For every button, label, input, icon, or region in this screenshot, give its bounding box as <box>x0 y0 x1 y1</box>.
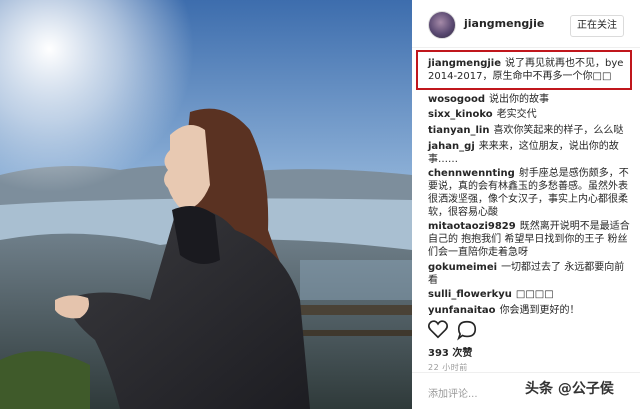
comment-item: chennwennting 射手座总是感伤颇多，不要说，真的会有林鑫玉的多愁善感。… <box>428 167 630 219</box>
comment-item: sulli_flowerkyu □□□□ <box>428 288 630 301</box>
comment-text: 老实交代 <box>496 109 537 120</box>
comment-item: wosogood 说出你的故事 <box>428 93 630 106</box>
comment-text: □□□□ <box>515 289 554 300</box>
comment-text: 你会遇到更好的！ <box>499 305 580 316</box>
comment-username[interactable]: sulli_flowerkyu <box>428 289 512 300</box>
post-sidebar: jiangmengjie 正在关注 jiangmengjie 说了再见就再也不见，… <box>412 0 640 409</box>
comment-item: sixx_kinoko 老实交代 <box>428 108 630 121</box>
comment-username[interactable]: mitaotaozi9829 <box>428 221 516 232</box>
comment-icon[interactable] <box>456 319 478 341</box>
comment-username[interactable]: chennwennting <box>428 168 515 179</box>
comment-text: 说出你的故事 <box>489 94 549 105</box>
watermark: 头条 @公子侯 <box>525 381 614 397</box>
comment-item: tianyan_lin 喜欢你笑起来的样子，么么哒 <box>428 124 630 137</box>
post-header: jiangmengjie 正在关注 <box>412 0 640 48</box>
photo-image <box>0 0 412 409</box>
divider <box>412 372 640 373</box>
comment-username[interactable]: gokumeimei <box>428 262 497 273</box>
comment-text: 喜欢你笑起来的样子，么么哒 <box>493 125 624 136</box>
comment-item: yunfanaitao 你会遇到更好的！ <box>428 304 630 316</box>
heart-icon[interactable] <box>427 318 449 340</box>
comment-username[interactable]: wosogood <box>428 94 485 105</box>
header-username[interactable]: jiangmengjie <box>464 17 544 30</box>
comment-username[interactable]: yunfanaitao <box>428 305 496 316</box>
comment-item: mitaotaozi9829 既然离开说明不是最适合自己的 抱抱我们 希望早日找到… <box>428 220 630 259</box>
likes-count[interactable]: 393 次赞 <box>428 344 472 359</box>
following-button[interactable]: 正在关注 <box>570 15 624 37</box>
post-photo <box>0 0 412 409</box>
comment-username[interactable]: tianyan_lin <box>428 125 489 136</box>
highlight-box <box>416 50 632 90</box>
avatar[interactable] <box>428 11 456 39</box>
comment-item: jahan_gj 来来来，这位朋友，说出你的故事…… <box>428 140 630 166</box>
comment-username[interactable]: sixx_kinoko <box>428 109 493 120</box>
comment-item: gokumeimei 一切都过去了 永远都要向前看 <box>428 261 630 287</box>
add-comment-input[interactable]: 添加评论... <box>428 385 478 400</box>
comment-username[interactable]: jahan_gj <box>428 141 475 152</box>
